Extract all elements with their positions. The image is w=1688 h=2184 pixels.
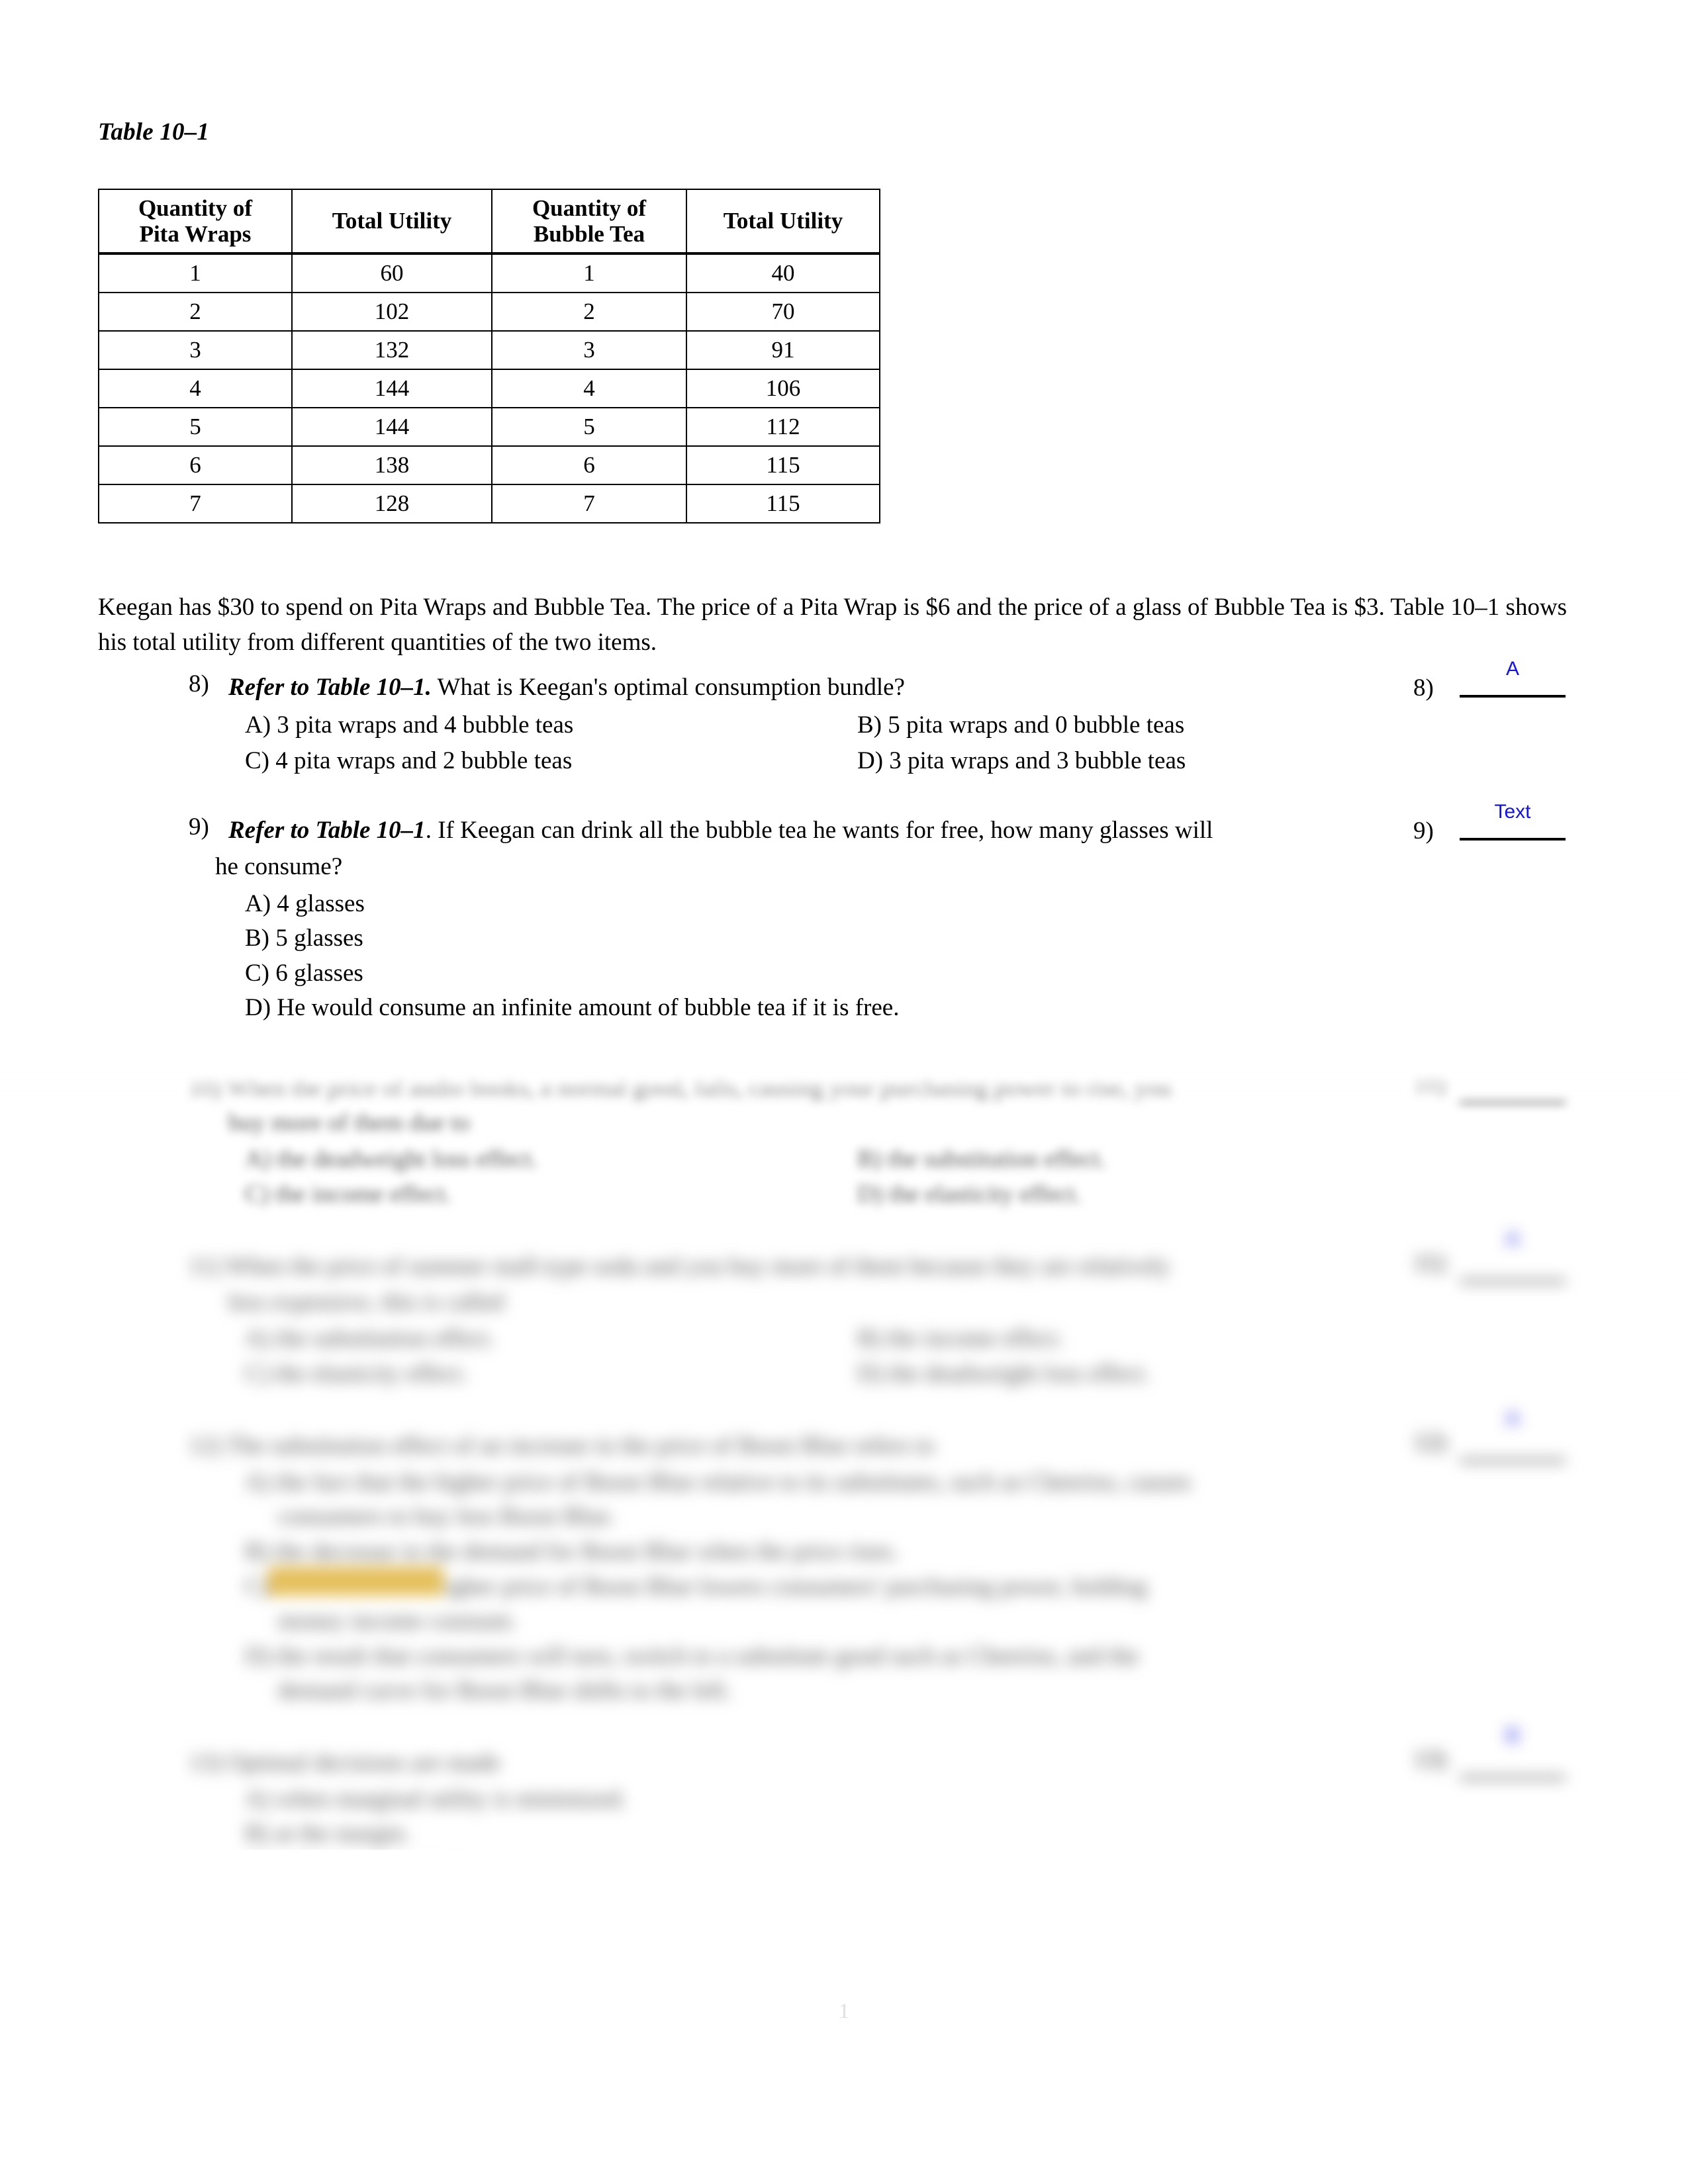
question-13-blurred: 13) Optimal decisions are made A) when m…: [0, 1069, 1688, 1850]
question-8-stem-text: What is Keegan's optimal consumption bun…: [431, 674, 905, 701]
cell-tu-tea: 115: [686, 445, 880, 485]
header-line-1: Total Utility: [332, 208, 452, 234]
header-line-1: Quantity of: [532, 195, 647, 221]
question-8-answer-number: 8): [1413, 674, 1434, 702]
question-8-option-d[interactable]: D) 3 pita wraps and 3 bubble teas: [857, 744, 1186, 779]
question-8-answer-mark[interactable]: A: [1460, 658, 1566, 680]
utility-table: Quantity of Pita Wraps Total Utility Qua…: [98, 189, 880, 523]
header-total-utility-tea: Total Utility: [686, 189, 880, 255]
question-9-option-d[interactable]: D) He would consume an infinite amount o…: [245, 991, 899, 1026]
cell-qty-tea: 2: [491, 292, 687, 332]
cell-qty-tea: 1: [491, 253, 687, 293]
table-header-row: Quantity of Pita Wraps Total Utility Qua…: [98, 189, 880, 255]
cell-qty-pita: 1: [98, 253, 293, 293]
question-8-answer-rule: [1460, 695, 1566, 698]
question-9-answer-rule: [1460, 838, 1566, 841]
cell-qty-pita: 7: [98, 484, 293, 523]
table-row: 3 132 3 91: [98, 330, 880, 370]
cell-tu-pita: 128: [291, 484, 492, 523]
header-line-1: Total Utility: [723, 208, 843, 234]
cell-qty-tea: 3: [491, 330, 687, 370]
question-13-answer-rule: [1460, 1776, 1566, 1779]
question-13-answer-number: 13): [1413, 1746, 1446, 1773]
question-9-reference: Refer to Table 10–1: [228, 817, 426, 844]
question-13-option-b[interactable]: B) at the margin.: [245, 1816, 410, 1850]
table-row: 1 60 1 40: [98, 253, 880, 293]
question-9-option-c[interactable]: C) 6 glasses: [245, 956, 363, 991]
question-9-number: 9): [189, 813, 209, 841]
header-total-utility-pita: Total Utility: [291, 189, 492, 255]
question-13-answer-mark[interactable]: B: [1460, 1725, 1566, 1747]
table-row: 2 102 2 70: [98, 292, 880, 332]
cell-tu-pita: 144: [291, 407, 492, 447]
question-9-stem-line2: he consume?: [215, 853, 343, 880]
table-row: 6 138 6 115: [98, 445, 880, 485]
header-quantity-bubble-tea: Quantity of Bubble Tea: [491, 189, 687, 255]
question-9-answer-mark[interactable]: Text: [1460, 801, 1566, 823]
table-caption: Table 10–1: [98, 118, 210, 146]
question-9-option-a[interactable]: A) 4 glasses: [245, 887, 365, 922]
cell-qty-tea: 7: [491, 484, 687, 523]
table-row: 5 144 5 112: [98, 407, 880, 447]
cell-qty-pita: 2: [98, 292, 293, 332]
question-8-reference: Refer to Table 10–1.: [228, 674, 432, 701]
cell-tu-tea: 115: [686, 484, 880, 523]
question-8-stem: Refer to Table 10–1. What is Keegan's op…: [228, 670, 1393, 705]
cell-qty-tea: 6: [491, 445, 687, 485]
cell-qty-pita: 5: [98, 407, 293, 447]
cell-qty-tea: 4: [491, 369, 687, 408]
question-8-number: 8): [189, 670, 209, 698]
question-8-option-c[interactable]: C) 4 pita wraps and 2 bubble teas: [245, 744, 572, 779]
table-row: 4 144 4 106: [98, 369, 880, 408]
cell-tu-tea: 40: [686, 253, 880, 293]
header-quantity-pita-wraps: Quantity of Pita Wraps: [98, 189, 293, 255]
header-line-1: Quantity of: [138, 195, 253, 221]
cell-tu-pita: 60: [291, 253, 492, 293]
question-13-stem-line1: 13) Optimal decisions are made: [189, 1749, 500, 1776]
question-8-option-b[interactable]: B) 5 pita wraps and 0 bubble teas: [857, 708, 1184, 743]
header-line-2: Pita Wraps: [139, 221, 252, 247]
cell-tu-tea: 91: [686, 330, 880, 370]
header-line-2: Bubble Tea: [533, 221, 645, 247]
blurred-questions-region: 10) When the price of audio books, a nor…: [0, 1069, 1688, 1850]
question-9-answer-number: 9): [1413, 817, 1434, 844]
cell-qty-pita: 6: [98, 445, 293, 485]
question-9-stem: Refer to Table 10–1. If Keegan can drink…: [228, 813, 1393, 848]
question-13-option-a[interactable]: A) when marginal utility is minimized.: [245, 1782, 627, 1817]
cell-tu-pita: 138: [291, 445, 492, 485]
cell-qty-pita: 4: [98, 369, 293, 408]
worksheet-page: Table 10–1 Quantity of Pita Wraps Total …: [0, 0, 1688, 2184]
cell-qty-pita: 3: [98, 330, 293, 370]
question-8-option-a[interactable]: A) 3 pita wraps and 4 bubble teas: [245, 708, 573, 743]
question-9-stem-text: . If Keegan can drink all the bubble tea…: [425, 817, 1213, 844]
page-number: 1: [839, 1999, 849, 2023]
cell-tu-pita: 132: [291, 330, 492, 370]
cell-tu-tea: 70: [686, 292, 880, 332]
intro-paragraph: Keegan has $30 to spend on Pita Wraps an…: [98, 594, 1568, 656]
question-9-option-b[interactable]: B) 5 glasses: [245, 921, 363, 956]
cell-tu-pita: 102: [291, 292, 492, 332]
cell-tu-pita: 144: [291, 369, 492, 408]
cell-qty-tea: 5: [491, 407, 687, 447]
table-row: 7 128 7 115: [98, 484, 880, 523]
cell-tu-tea: 106: [686, 369, 880, 408]
cell-tu-tea: 112: [686, 407, 880, 447]
